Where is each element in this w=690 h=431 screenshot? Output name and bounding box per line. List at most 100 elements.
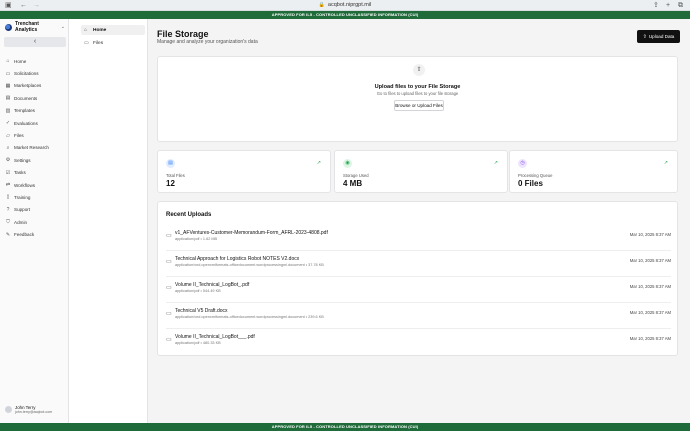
document-icon: ▤ (5, 95, 11, 102)
shield-icon: ⛉ (6, 219, 10, 226)
sidebar-item-training[interactable]: ▯ Training (5, 191, 67, 203)
page-subtitle: Manage and analyze your organization's d… (157, 39, 258, 45)
stat-card-total-files: ▤ ↗ Total Files 12 (157, 150, 331, 193)
url-text: acqbot.niprgpt.mil (327, 2, 372, 8)
sidebar-item-home[interactable]: ⌂ Home (5, 55, 67, 67)
share-icon[interactable]: ⇪ (653, 1, 659, 10)
sidebar: Trenchant Analytics ⌄ ‹ ⌂ Home ▭ Solicitati… (0, 19, 69, 423)
sidebar-item-files[interactable]: ▱ Files (5, 129, 67, 141)
file-icon: ▭ (5, 70, 11, 77)
file-row[interactable]: ▭ Volume II_Technical_LogBot___.pdf applic… (166, 330, 671, 355)
file-meta: application/pdf • 544.49 KB (175, 289, 221, 293)
browse-upload-button[interactable]: Browse or Upload Files (394, 100, 444, 111)
sub-navigation: ⌂ Home ▭ Files (69, 19, 148, 423)
book-icon: ▯ (6, 194, 10, 201)
check-icon: ✓ (5, 120, 11, 127)
file-row[interactable]: ▭ Volume II_Technical_LogBot_.pdf applicat… (166, 278, 671, 303)
sidebar-item-label: Tasks (14, 170, 26, 176)
avatar (5, 406, 12, 413)
org-switcher[interactable]: Trenchant Analytics ⌄ (5, 21, 65, 33)
user-profile[interactable]: John Terry john.terry@acqbot.com (5, 405, 52, 414)
file-name: Volume II_Technical_LogBot___.pdf (175, 334, 255, 340)
sidebar-item-marketplaces[interactable]: ▦ Marketplaces (5, 80, 67, 92)
org-name: Trenchant Analytics (15, 21, 39, 33)
search-icon: ⌕ (6, 144, 10, 151)
collapse-sidebar-button[interactable]: ‹ (4, 37, 66, 47)
classification-banner-top: APPROVED FOR IL5 - CONTROLLED UNCLASSIFI… (0, 11, 690, 19)
file-name: Volume II_Technical_LogBot_.pdf (175, 282, 250, 288)
file-icon: ▭ (166, 337, 172, 343)
tabs-icon[interactable]: ⧉ (678, 1, 683, 10)
upload-icon: ⇧ (642, 33, 647, 40)
file-row[interactable]: ▭ Technical V5 Draft.docx application/vnd.… (166, 304, 671, 329)
stat-value: 0 Files (518, 179, 543, 188)
sidebar-item-evaluations[interactable]: ✓ Evaluations (5, 117, 67, 129)
file-icon: ▭ (166, 311, 172, 317)
sidebar-item-solicitations[interactable]: ▭ Solicitations (5, 67, 67, 79)
sidebar-item-feedback[interactable]: ✎ Feedback (5, 228, 67, 240)
new-tab-icon[interactable]: + (666, 1, 670, 10)
home-icon: ⌂ (6, 58, 10, 65)
sidebar-item-label: Training (14, 194, 31, 200)
file-icon: ▭ (166, 233, 172, 239)
file-meta: application/pdf • 480.33 KB (175, 341, 221, 345)
task-icon: ☑ (5, 169, 11, 176)
sidebar-item-admin[interactable]: ⛉ Admin (5, 216, 67, 228)
recent-uploads-card: Recent Uploads ▭ v1_AFVentures-Customer-M… (157, 201, 678, 356)
sidebar-item-label: Files (14, 133, 24, 139)
sidebar-item-workflows[interactable]: ⇄ Workflows (5, 179, 67, 191)
main-content: File Storage Manage and analyze your org… (148, 19, 690, 423)
sidebar-item-support[interactable]: ? Support (5, 204, 67, 216)
file-row[interactable]: ▭ v1_AFVentures-Customer-Memorandum-Form_… (166, 226, 671, 251)
trend-up-icon: ↗ (663, 160, 668, 166)
trend-up-icon: ↗ (493, 160, 498, 166)
sidebar-item-label: Templates (14, 108, 35, 114)
sidebar-item-settings[interactable]: ⚙ Settings (5, 154, 67, 166)
file-row[interactable]: ▭ Technical Approach for Logistics Robot … (166, 252, 671, 277)
help-icon: ? (6, 206, 10, 213)
gear-icon: ⚙ (5, 157, 11, 164)
lock-icon: 🔒 (318, 2, 325, 8)
stat-card-processing-queue: ◷ ↗ Processing Queue 0 Files (509, 150, 678, 193)
folder-icon: ▱ (6, 132, 10, 139)
sidebar-item-label: Support (14, 207, 31, 213)
classification-banner-bottom: APPROVED FOR IL5 - CONTROLLED UNCLASSIFI… (0, 423, 690, 431)
clock-icon: ◷ (518, 159, 527, 168)
subnav-item-files[interactable]: ▭ Files (81, 38, 145, 48)
sidebar-item-label: Feedback (14, 232, 35, 238)
browser-toolbar: ▣ ← → 🔒 acqbot.niprgpt.mil ⇪ + ⧉ (0, 0, 690, 11)
subnav-item-home[interactable]: ⌂ Home (81, 25, 145, 35)
org-logo (5, 23, 12, 31)
file-name: v1_AFVentures-Customer-Memorandum-Form_A… (175, 230, 328, 236)
recent-uploads-title: Recent Uploads (166, 212, 212, 218)
stat-label: Storage Used (343, 173, 369, 178)
workflow-icon: ⇄ (5, 182, 11, 189)
sidebar-item-label: Marketplaces (14, 83, 42, 89)
sidebar-item-market-research[interactable]: ⌕ Market Research (5, 142, 67, 154)
file-meta: application/pdf • 1.62 MB (175, 237, 218, 241)
home-icon: ⌂ (84, 27, 88, 33)
file-date: Mar 10, 2025 8:37 AM (629, 232, 671, 237)
address-bar[interactable]: 🔒 acqbot.niprgpt.mil (0, 2, 690, 8)
stat-value: 12 (166, 179, 175, 188)
page-title: File Storage (157, 29, 209, 39)
sidebar-item-label: Workflows (14, 182, 36, 188)
stat-value: 4 MB (343, 179, 363, 188)
sidebar-item-label: Admin (14, 219, 28, 225)
sidebar-item-label: Home (14, 58, 27, 64)
upload-dropzone[interactable]: ⇧ Upload files to your File Storage Go t… (157, 56, 678, 142)
file-icon: ▭ (166, 285, 172, 291)
file-meta: application/vnd.openxmlformats-officedoc… (175, 315, 324, 319)
subnav-item-label: Home (93, 27, 107, 33)
stat-card-storage-used: ◉ ↗ Storage Used 4 MB (334, 150, 508, 193)
upload-data-button[interactable]: ⇧ Upload Data (637, 30, 680, 43)
file-icon: ▭ (166, 259, 172, 265)
store-icon: ▦ (5, 82, 11, 89)
sidebar-nav: ⌂ Home ▭ Solicitations ▦ Marketplaces ▤ Documen… (5, 55, 67, 241)
sidebar-item-label: Evaluations (14, 120, 38, 126)
sidebar-item-tasks[interactable]: ☑ Tasks (5, 167, 67, 179)
trend-up-icon: ↗ (316, 160, 321, 166)
sidebar-item-templates[interactable]: ▥ Templates (5, 105, 67, 117)
sidebar-item-documents[interactable]: ▤ Documents (5, 92, 67, 104)
sidebar-item-label: Market Research (14, 145, 49, 151)
